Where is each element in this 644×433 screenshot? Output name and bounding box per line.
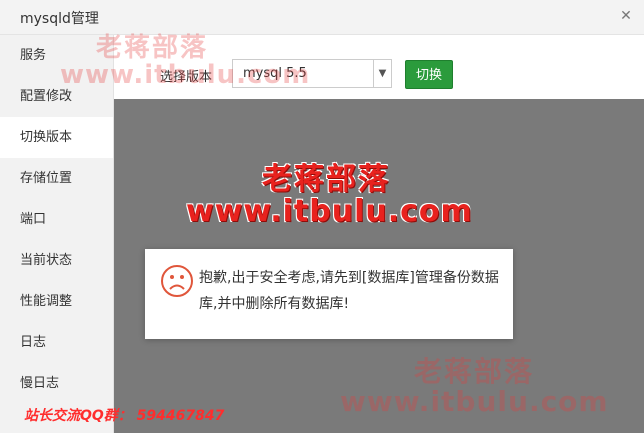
chevron-down-icon[interactable]: ▼	[373, 60, 391, 87]
dialog-title: mysqld管理	[20, 11, 99, 27]
sidebar-item-log[interactable]: 日志	[0, 322, 113, 363]
sidebar-item-status[interactable]: 当前状态	[0, 240, 113, 281]
watermark-brand-center: 老蒋部落	[262, 162, 390, 197]
watermark-qq-group: 站长交流QQ群： 594467847	[24, 408, 225, 424]
sidebar-item-slow-log[interactable]: 慢日志	[0, 363, 113, 404]
sad-face-icon	[161, 265, 193, 297]
watermark-site-center: www.itbulu.com	[186, 194, 473, 229]
watermark-site-bottom: www.itbulu.com	[340, 385, 609, 418]
sidebar-item-storage[interactable]: 存储位置	[0, 158, 113, 199]
close-icon[interactable]: ✕	[618, 8, 634, 24]
sidebar-item-switch-version[interactable]: 切换版本	[0, 117, 113, 158]
sidebar: 服务 配置修改 切换版本 存储位置 端口 当前状态 性能调整 日志 慢日志	[0, 35, 114, 433]
sidebar-item-port[interactable]: 端口	[0, 199, 113, 240]
watermark-site-top: www.itbulu.com	[60, 60, 311, 90]
switch-button[interactable]: 切换	[405, 60, 453, 89]
warning-text: 抱歉,出于安全考虑,请先到[数据库]管理备份数据库,并中删除所有数据库!	[199, 270, 499, 312]
watermark-brand-bottom: 老蒋部落	[414, 355, 535, 388]
warning-message: 抱歉,出于安全考虑,请先到[数据库]管理备份数据库,并中删除所有数据库!	[145, 249, 513, 339]
sidebar-item-performance[interactable]: 性能调整	[0, 281, 113, 322]
watermark-brand-top: 老蒋部落	[96, 33, 209, 63]
main-panel: 选择版本 mysql 5.5 ▼ 切换	[114, 35, 644, 433]
